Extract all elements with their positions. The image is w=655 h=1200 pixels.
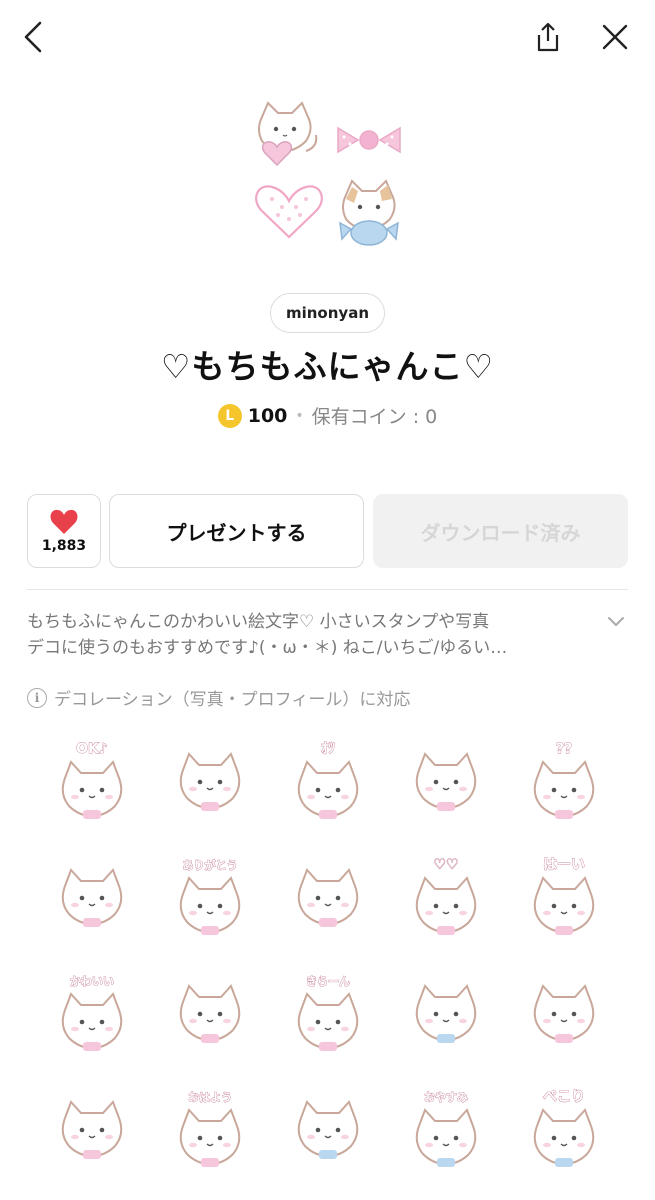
sticker-item[interactable]: ありがとう	[151, 843, 269, 959]
line-coin-icon: L	[217, 403, 242, 428]
cat-sticker-icon: ぺこり	[533, 1089, 595, 1167]
cat-sticker-icon: ｵﾂ	[297, 741, 359, 819]
cat-sticker-icon	[61, 1100, 123, 1159]
sticker-item[interactable]: きらーん	[269, 959, 387, 1075]
chevron-down-icon	[608, 617, 624, 626]
sticker-item[interactable]: ♡♡	[387, 843, 505, 959]
sticker-item[interactable]: ｵﾂ	[269, 727, 387, 843]
price-row: L 100 • 保有コイン : 0	[0, 402, 655, 429]
like-button[interactable]: 1,883	[27, 494, 101, 568]
notice-text: デコレーション（写真・プロフィール）に対応	[54, 690, 411, 710]
cat-heart-illustration	[258, 101, 318, 167]
sticker-grid: OK♪ ｵﾂ?? ありがとう ♡♡ はーいかわいい きらーんおはよう おやすみ ぺこり	[33, 727, 623, 1191]
sticker-item[interactable]: ぺこり	[505, 1075, 623, 1191]
cat-sticker-icon: おやすみ	[415, 1091, 477, 1167]
sticker-label: きらーん	[306, 975, 350, 988]
cat-sticker-icon	[179, 752, 241, 811]
product-thumbnail	[240, 95, 415, 255]
sticker-label: ぺこり	[543, 1089, 585, 1105]
back-button[interactable]	[12, 15, 56, 59]
close-button[interactable]	[593, 15, 637, 59]
cat-sticker-icon: ??	[533, 741, 595, 819]
sticker-label: おやすみ	[424, 1091, 468, 1104]
description-line: デコに使うのもおすすめです♪(・ω・＊) ねこ/いちご/ゆるい…	[27, 638, 508, 658]
expand-description-button[interactable]	[602, 610, 630, 634]
cat-sticker-icon	[415, 984, 477, 1043]
sticker-item[interactable]	[269, 843, 387, 959]
decoration-notice: i デコレーション（写真・プロフィール）に対応	[27, 685, 410, 710]
product-title: ♡もちもふにゃんこ♡	[160, 347, 495, 386]
cat-sticker-icon	[415, 752, 477, 811]
sticker-item[interactable]	[387, 959, 505, 1075]
sticker-label: ありがとう	[183, 858, 238, 872]
cat-sticker-icon	[533, 984, 595, 1043]
download-button: ダウンロード済み	[373, 494, 628, 568]
close-icon	[602, 24, 628, 50]
sticker-label: ♡♡	[433, 857, 458, 873]
info-icon: i	[27, 687, 47, 708]
description-line: もちもふにゃんこのかわいい絵文字♡ 小さいスタンプや写真	[27, 612, 490, 632]
sticker-item[interactable]: かわいい	[33, 959, 151, 1075]
product-description: もちもふにゃんこのかわいい絵文字♡ 小さいスタンプや写真 デコに使うのもおすすめ…	[27, 609, 587, 661]
sticker-item[interactable]	[151, 727, 269, 843]
share-icon	[537, 22, 559, 52]
sticker-label: はーい	[543, 857, 585, 873]
cat-sticker-icon: おはよう	[179, 1091, 241, 1167]
cat-sticker-icon	[297, 868, 359, 927]
sticker-item[interactable]	[269, 1075, 387, 1191]
ribbon-illustration	[337, 126, 401, 154]
cat-sticker-icon: ♡♡	[415, 857, 477, 935]
chevron-left-icon	[24, 21, 42, 53]
price-value: 100	[247, 404, 288, 427]
gift-button[interactable]: プレゼントする	[109, 494, 364, 568]
sticker-item[interactable]: おはよう	[151, 1075, 269, 1191]
separator-dot: •	[295, 407, 304, 424]
author-button[interactable]: minonyan	[270, 293, 385, 333]
sticker-label: ??	[556, 741, 572, 757]
action-row: 1,883 プレゼントする ダウンロード済み	[27, 494, 628, 568]
cat-sticker-icon	[297, 1100, 359, 1159]
cat-candy-illustration	[339, 179, 399, 246]
owned-coins: 保有コイン : 0	[311, 406, 438, 428]
cat-sticker-icon: ありがとう	[179, 858, 241, 935]
sticker-item[interactable]	[151, 959, 269, 1075]
sticker-item[interactable]: OK♪	[33, 727, 151, 843]
sticker-item[interactable]	[33, 843, 151, 959]
cat-sticker-icon	[179, 984, 241, 1043]
heart-icon	[50, 509, 78, 534]
cat-sticker-icon	[61, 868, 123, 927]
sticker-item[interactable]: おやすみ	[387, 1075, 505, 1191]
sticker-item[interactable]	[33, 1075, 151, 1191]
sticker-item[interactable]	[387, 727, 505, 843]
cat-sticker-icon: きらーん	[297, 975, 359, 1051]
top-bar	[0, 0, 655, 80]
sticker-item[interactable]: ??	[505, 727, 623, 843]
sticker-label: OK♪	[76, 741, 108, 757]
like-count: 1,883	[41, 538, 87, 554]
cat-sticker-icon: OK♪	[61, 741, 123, 819]
cat-sticker-icon: かわいい	[61, 975, 123, 1051]
sticker-label: かわいい	[70, 975, 114, 988]
divider	[27, 589, 628, 590]
heart-illustration	[255, 185, 323, 239]
sticker-label: ｵﾂ	[321, 741, 335, 757]
share-button[interactable]	[526, 15, 570, 59]
cat-sticker-icon: はーい	[533, 857, 595, 935]
sticker-item[interactable]	[505, 959, 623, 1075]
sticker-item[interactable]: はーい	[505, 843, 623, 959]
sticker-label: おはよう	[188, 1091, 232, 1104]
